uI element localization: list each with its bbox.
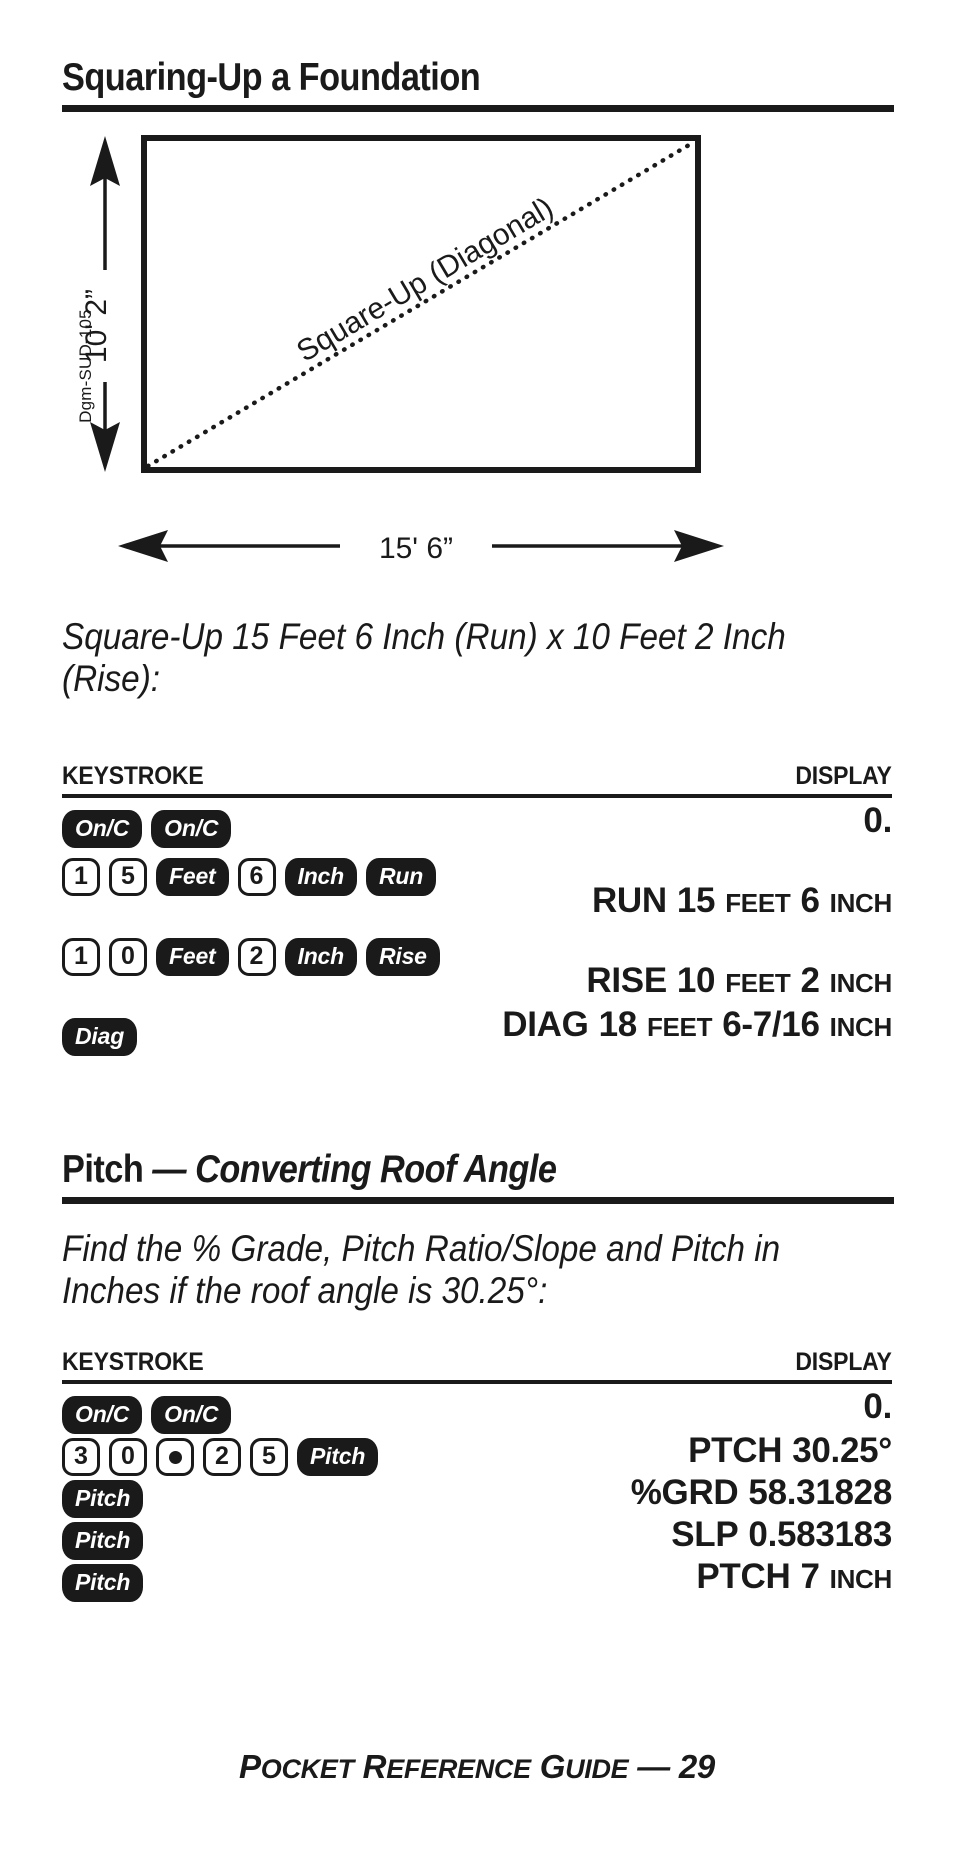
display-token: INCH bbox=[829, 1564, 893, 1594]
footer-cap-r: R bbox=[362, 1748, 387, 1785]
footer-page-number: — 29 bbox=[637, 1748, 715, 1785]
foundation-diagram: Dgm-SUD-105 10' 2” 15' 6” Square-Up (Dia… bbox=[40, 128, 920, 603]
key-sequence: 3 0 2 5 Pitch bbox=[62, 1435, 379, 1479]
key-2[interactable]: 2 bbox=[237, 938, 276, 976]
section-underline bbox=[62, 1196, 894, 1204]
key-3[interactable]: 3 bbox=[62, 1438, 100, 1476]
display-value: RUN 15 FEET 6 INCH bbox=[592, 883, 892, 918]
column-header-keystroke: KEYSTROKE bbox=[62, 762, 204, 790]
column-header-keystroke: KEYSTROKE bbox=[62, 1348, 204, 1376]
display-token: RISE bbox=[586, 961, 667, 1000]
display-token: 18 bbox=[598, 1005, 638, 1044]
display-value: %GRD 58.31828 bbox=[630, 1473, 893, 1512]
key-sequence: 1 5 Feet 6 Inch Run bbox=[62, 855, 437, 899]
key-pitch[interactable]: Pitch bbox=[62, 1564, 144, 1602]
table-body: On/C On/C 0. 3 0 2 5 Pitch PTCH 30.25° Pitch %GRD 58… bbox=[62, 1389, 893, 1613]
key-inch[interactable]: Inch bbox=[284, 858, 357, 896]
display-token: 6 bbox=[800, 881, 820, 920]
key-5[interactable]: 5 bbox=[250, 1438, 288, 1476]
display-token: 0.583183 bbox=[748, 1515, 892, 1554]
section-heading-pitch: Pitch — Converting Roof Angle bbox=[62, 1148, 894, 1204]
key-pitch[interactable]: Pitch bbox=[62, 1480, 144, 1518]
section-heading-squaring-up: Squaring-Up a Foundation bbox=[62, 56, 894, 112]
display-token: INCH bbox=[829, 1012, 893, 1042]
diagram-code-label: Dgm-SUD-105 bbox=[76, 309, 95, 423]
intro-text-squaring-up: Square-Up 15 Feet 6 Inch (Run) x 10 Feet… bbox=[62, 616, 786, 699]
footer-word-guide: UIDE bbox=[565, 1754, 629, 1784]
key-pitch[interactable]: Pitch bbox=[62, 1522, 144, 1560]
section-title-plain: Pitch bbox=[62, 1148, 153, 1191]
footer-cap-p: P bbox=[239, 1748, 261, 1785]
table-body: On/C On/C 0. 1 5 Feet 6 Inch Run RUN 15 FEET 6 INCH 1 0… bbox=[62, 803, 892, 1067]
key-sequence: Pitch bbox=[62, 1561, 144, 1605]
width-dimension-label: 15' 6” bbox=[379, 532, 453, 565]
display-token: RUN bbox=[591, 881, 667, 920]
key-5[interactable]: 5 bbox=[109, 858, 147, 896]
page-footer: POCKET REFERENCE GUIDE — 29 bbox=[0, 1748, 954, 1786]
section-title-plain: Squaring-Up a Foundation bbox=[62, 56, 481, 99]
display-token: DIAG bbox=[502, 1005, 589, 1044]
key-1[interactable]: 1 bbox=[62, 938, 100, 976]
display-token: PTCH bbox=[696, 1557, 791, 1596]
section-underline bbox=[62, 104, 894, 112]
display-token: SLP bbox=[671, 1515, 739, 1554]
page-root: Squaring-Up a Foundation Dgm-SUD-105 10' bbox=[0, 0, 954, 1862]
key-1[interactable]: 1 bbox=[62, 858, 100, 896]
table-header-rule bbox=[62, 1380, 892, 1384]
key-sequence: 1 0 Feet 2 Inch Rise bbox=[62, 935, 440, 979]
display-value: DIAG 18 FEET 6-7/16 INCH bbox=[502, 1007, 892, 1042]
key-feet[interactable]: Feet bbox=[156, 858, 229, 896]
table-header-rule bbox=[62, 794, 892, 798]
key-6[interactable]: 6 bbox=[237, 858, 276, 896]
column-header-display: DISPLAY bbox=[795, 1348, 892, 1376]
key-decimal-point[interactable] bbox=[156, 1438, 194, 1476]
key-2[interactable]: 2 bbox=[203, 1438, 241, 1476]
key-0[interactable]: 0 bbox=[109, 1438, 147, 1476]
footer-word-pocket: OCKET bbox=[260, 1754, 354, 1784]
key-0[interactable]: 0 bbox=[109, 938, 147, 976]
column-header-display: DISPLAY bbox=[795, 762, 892, 790]
intro-text-pitch: Find the % Grade, Pitch Ratio/Slope and … bbox=[62, 1228, 781, 1311]
key-inch[interactable]: Inch bbox=[284, 938, 357, 976]
display-token: INCH bbox=[829, 968, 893, 998]
display-token: 10 bbox=[676, 961, 716, 1000]
display-value: PTCH 7 INCH bbox=[696, 1559, 892, 1594]
display-token: 7 bbox=[800, 1557, 820, 1596]
display-token: FEET bbox=[725, 968, 791, 998]
display-token: %GRD bbox=[630, 1473, 739, 1512]
display-value: PTCH 30.25° bbox=[688, 1433, 892, 1468]
key-run[interactable]: Run bbox=[365, 858, 437, 896]
table-header-row: KEYSTROKE DISPLAY bbox=[62, 762, 892, 794]
display-value: RISE 10 FEET 2 INCH bbox=[586, 963, 892, 998]
display-token: 2 bbox=[800, 961, 820, 1000]
key-pitch[interactable]: Pitch bbox=[297, 1438, 379, 1476]
key-diag[interactable]: Diag bbox=[62, 1018, 138, 1056]
key-sequence: Pitch bbox=[62, 1477, 144, 1521]
diagram-svg: 10' 2” 15' 6” Square-Up (Diagonal) bbox=[80, 135, 724, 566]
key-sequence: Diag bbox=[62, 1015, 138, 1059]
key-rise[interactable]: Rise bbox=[365, 938, 440, 976]
display-token: 15 bbox=[676, 881, 716, 920]
display-token: FEET bbox=[725, 888, 791, 918]
key-feet[interactable]: Feet bbox=[156, 938, 229, 976]
key-sequence: Pitch bbox=[62, 1519, 144, 1563]
footer-word-reference: EFERENCE bbox=[386, 1754, 531, 1784]
display-token: FEET bbox=[646, 1012, 713, 1042]
display-token: INCH bbox=[829, 888, 893, 918]
footer-cap-g: G bbox=[539, 1748, 566, 1785]
table-header-row: KEYSTROKE DISPLAY bbox=[62, 1348, 892, 1380]
section-title-text: Squaring-Up a Foundation bbox=[62, 56, 794, 99]
section-title-text: Pitch — Converting Roof Angle bbox=[62, 1148, 794, 1191]
display-token: 58.31828 bbox=[748, 1473, 892, 1512]
keystroke-table-pitch: KEYSTROKE DISPLAY On/C On/C 0. 3 0 2 5 Pitch PTC… bbox=[62, 1348, 892, 1613]
section-title-italic: — Converting Roof Angle bbox=[152, 1148, 557, 1191]
display-value: SLP 0.583183 bbox=[671, 1517, 892, 1552]
keystroke-table-squaring-up: KEYSTROKE DISPLAY On/C On/C 0. 1 5 Feet 6 Inch R… bbox=[62, 762, 892, 1067]
display-token: 6-7/16 bbox=[722, 1005, 820, 1044]
keystroke-row: Diag DIAG 18 FEET 6-7/16 INCH bbox=[62, 807, 892, 1056]
keystroke-row: Pitch PTCH 7 INCH bbox=[62, 1393, 892, 1602]
